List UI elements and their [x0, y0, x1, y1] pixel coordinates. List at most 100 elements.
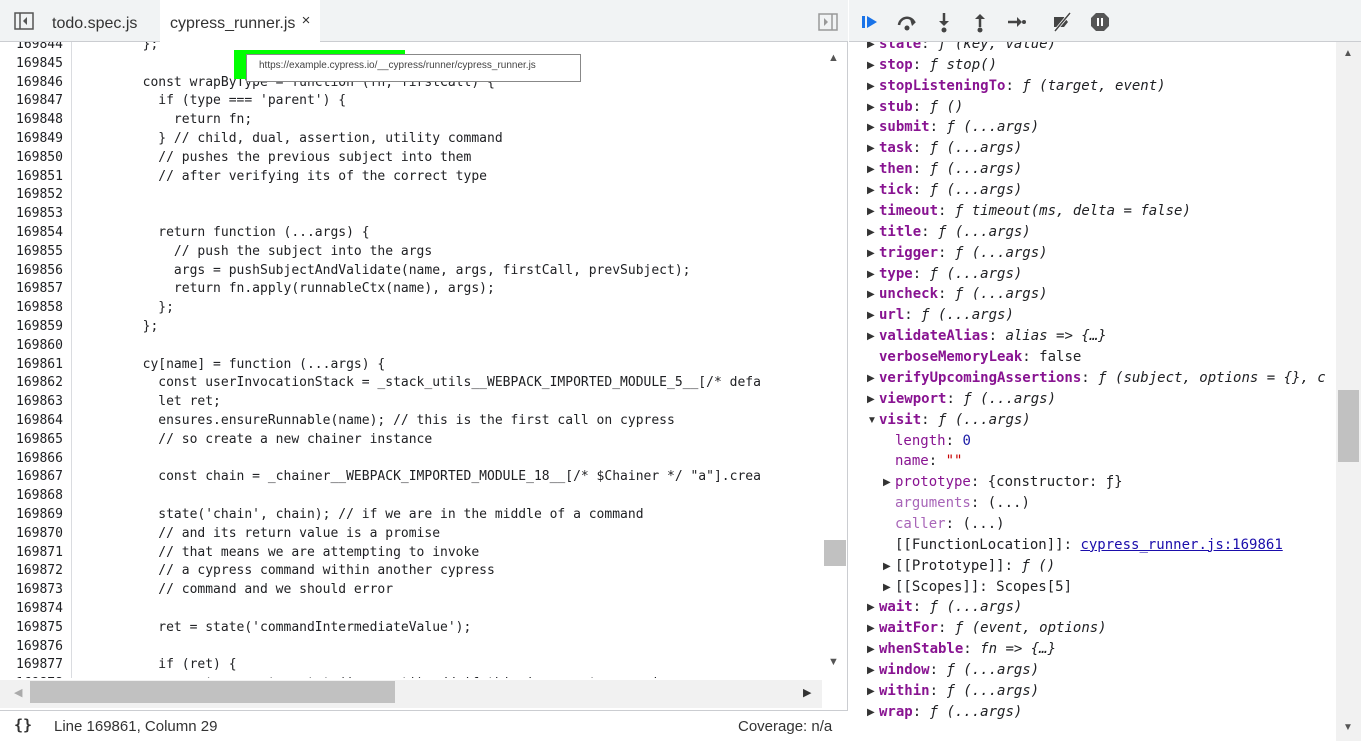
debugger-toggle-icon[interactable]	[818, 13, 838, 31]
scope-property[interactable]: stopListeningTo: ƒ (target, event)	[879, 76, 1166, 97]
line-number[interactable]: 169878	[16, 675, 63, 678]
collapsed-arrow-icon[interactable]: ▶	[867, 206, 877, 217]
line-number[interactable]: 169858	[16, 299, 63, 318]
scope-property[interactable]: [[FunctionLocation]]: cypress_runner.js:…	[895, 535, 1283, 556]
line-number[interactable]: 169865	[16, 431, 63, 450]
collapsed-arrow-icon[interactable]: ▶	[883, 477, 893, 488]
line-number[interactable]: 169872	[16, 562, 63, 581]
line-number[interactable]: 169869	[16, 506, 63, 525]
scope-property[interactable]: window: ƒ (...args)	[879, 660, 1039, 681]
function-location-link[interactable]: cypress_runner.js:169861	[1080, 537, 1282, 553]
collapsed-arrow-icon[interactable]: ▶	[867, 143, 877, 154]
editor-horizontal-scrollbar[interactable]: ◀ ▶	[0, 680, 822, 708]
scope-property[interactable]: timeout: ƒ timeout(ms, delta = false)	[879, 201, 1191, 222]
scope-vertical-scrollbar[interactable]: ▲ ▼	[1336, 42, 1361, 741]
collapsed-arrow-icon[interactable]: ▶	[867, 227, 877, 238]
line-number[interactable]: 169868	[16, 487, 63, 506]
scope-property[interactable]: submit: ƒ (...args)	[879, 117, 1039, 138]
line-number[interactable]: 169853	[16, 205, 63, 224]
line-number[interactable]: 169851	[16, 168, 63, 187]
scope-property[interactable]: trigger: ƒ (...args)	[879, 243, 1048, 264]
scope-property[interactable]: task: ƒ (...args)	[879, 138, 1022, 159]
line-number[interactable]: 169847	[16, 92, 63, 111]
line-number[interactable]: 169845	[16, 55, 63, 74]
line-number[interactable]: 169846	[16, 74, 63, 93]
line-number[interactable]: 169874	[16, 600, 63, 619]
scroll-down-icon[interactable]: ▼	[1343, 722, 1353, 733]
scope-property[interactable]: type: ƒ (...args)	[879, 264, 1022, 285]
line-number[interactable]: 169859	[16, 318, 63, 337]
collapsed-arrow-icon[interactable]: ▶	[867, 248, 877, 259]
scope-property[interactable]: then: ƒ (...args)	[879, 159, 1022, 180]
collapsed-arrow-icon[interactable]: ▶	[867, 102, 877, 113]
collapsed-arrow-icon[interactable]: ▶	[867, 707, 877, 718]
scope-property[interactable]: validateAlias: alias => {…}	[879, 326, 1107, 347]
collapsed-arrow-icon[interactable]: ▶	[867, 81, 877, 92]
collapsed-arrow-icon[interactable]: ▶	[883, 561, 893, 572]
line-number[interactable]: 169871	[16, 544, 63, 563]
line-number[interactable]: 169876	[16, 638, 63, 657]
collapsed-arrow-icon[interactable]: ▶	[867, 623, 877, 634]
scope-property[interactable]: verifyUpcomingAssertions: ƒ (subject, op…	[879, 368, 1326, 389]
pretty-print-icon[interactable]: {}	[14, 716, 32, 734]
scope-property[interactable]: caller: (...)	[895, 514, 1005, 535]
scope-property[interactable]: stop: ƒ stop()	[879, 55, 997, 76]
collapsed-arrow-icon[interactable]: ▶	[867, 310, 877, 321]
scroll-up-icon[interactable]: ▲	[1343, 48, 1353, 59]
scope-property[interactable]: within: ƒ (...args)	[879, 681, 1039, 702]
collapsed-arrow-icon[interactable]: ▶	[867, 185, 877, 196]
scope-property[interactable]: waitFor: ƒ (event, options)	[879, 618, 1107, 639]
scope-property[interactable]: prototype: {constructor: ƒ}	[895, 472, 1123, 493]
collapsed-arrow-icon[interactable]: ▶	[867, 122, 877, 133]
collapsed-arrow-icon[interactable]: ▶	[883, 582, 893, 593]
scroll-left-icon[interactable]: ◀	[14, 686, 22, 699]
pause-on-exceptions-icon[interactable]	[1089, 11, 1111, 33]
expanded-arrow-icon[interactable]: ▼	[867, 415, 877, 426]
scrollbar-thumb[interactable]	[30, 681, 395, 703]
line-number[interactable]: 169861	[16, 356, 63, 375]
scope-property[interactable]: tick: ƒ (...args)	[879, 180, 1022, 201]
collapsed-arrow-icon[interactable]: ▶	[867, 394, 877, 405]
line-number[interactable]: 169866	[16, 450, 63, 469]
line-number[interactable]: 169848	[16, 111, 63, 130]
line-number[interactable]: 169864	[16, 412, 63, 431]
collapsed-arrow-icon[interactable]: ▶	[867, 42, 877, 50]
scroll-down-icon[interactable]: ▼	[828, 656, 839, 668]
scope-property[interactable]: [[Prototype]]: ƒ ()	[895, 556, 1055, 577]
scope-property[interactable]: whenStable: fn => {…}	[879, 639, 1056, 660]
collapsed-arrow-icon[interactable]: ▶	[867, 373, 877, 384]
line-number[interactable]: 169850	[16, 149, 63, 168]
scope-property[interactable]: stub: ƒ ()	[879, 97, 963, 118]
scope-property[interactable]: uncheck: ƒ (...args)	[879, 284, 1048, 305]
scope-property[interactable]: viewport: ƒ (...args)	[879, 389, 1056, 410]
scope-property[interactable]: arguments: (...)	[895, 493, 1030, 514]
scope-property[interactable]: state: ƒ (key, value)	[879, 42, 1056, 55]
line-number[interactable]: 169863	[16, 393, 63, 412]
tab-todo-spec[interactable]: todo.spec.js	[42, 0, 160, 42]
scrollbar-thumb[interactable]	[824, 540, 846, 566]
collapsed-arrow-icon[interactable]: ▶	[867, 331, 877, 342]
step-out-icon[interactable]	[969, 11, 991, 33]
deactivate-breakpoints-icon[interactable]	[1051, 11, 1073, 33]
line-number[interactable]: 169870	[16, 525, 63, 544]
line-number[interactable]: 169877	[16, 656, 63, 675]
sidebar-toggle-icon[interactable]	[14, 12, 34, 30]
step-over-icon[interactable]	[896, 11, 918, 33]
collapsed-arrow-icon[interactable]: ▶	[867, 665, 877, 676]
scroll-right-icon[interactable]: ▶	[803, 686, 811, 699]
collapsed-arrow-icon[interactable]: ▶	[867, 60, 877, 71]
line-number[interactable]: 169852	[16, 186, 63, 205]
collapsed-arrow-icon[interactable]: ▶	[867, 269, 877, 280]
line-number[interactable]: 169855	[16, 243, 63, 262]
line-number[interactable]: 169854	[16, 224, 63, 243]
scope-property[interactable]: length: 0	[895, 431, 971, 452]
scope-property[interactable]: wrap: ƒ (...args)	[879, 702, 1022, 723]
scope-property[interactable]: visit: ƒ (...args)	[879, 410, 1031, 431]
scope-property[interactable]: name: ""	[895, 451, 962, 472]
line-number[interactable]: 169844	[16, 42, 63, 55]
collapsed-arrow-icon[interactable]: ▶	[867, 686, 877, 697]
collapsed-arrow-icon[interactable]: ▶	[867, 644, 877, 655]
scope-property[interactable]: wait: ƒ (...args)	[879, 597, 1022, 618]
step-into-icon[interactable]	[933, 11, 955, 33]
tab-cypress-runner[interactable]: cypress_runner.js	[160, 0, 320, 42]
